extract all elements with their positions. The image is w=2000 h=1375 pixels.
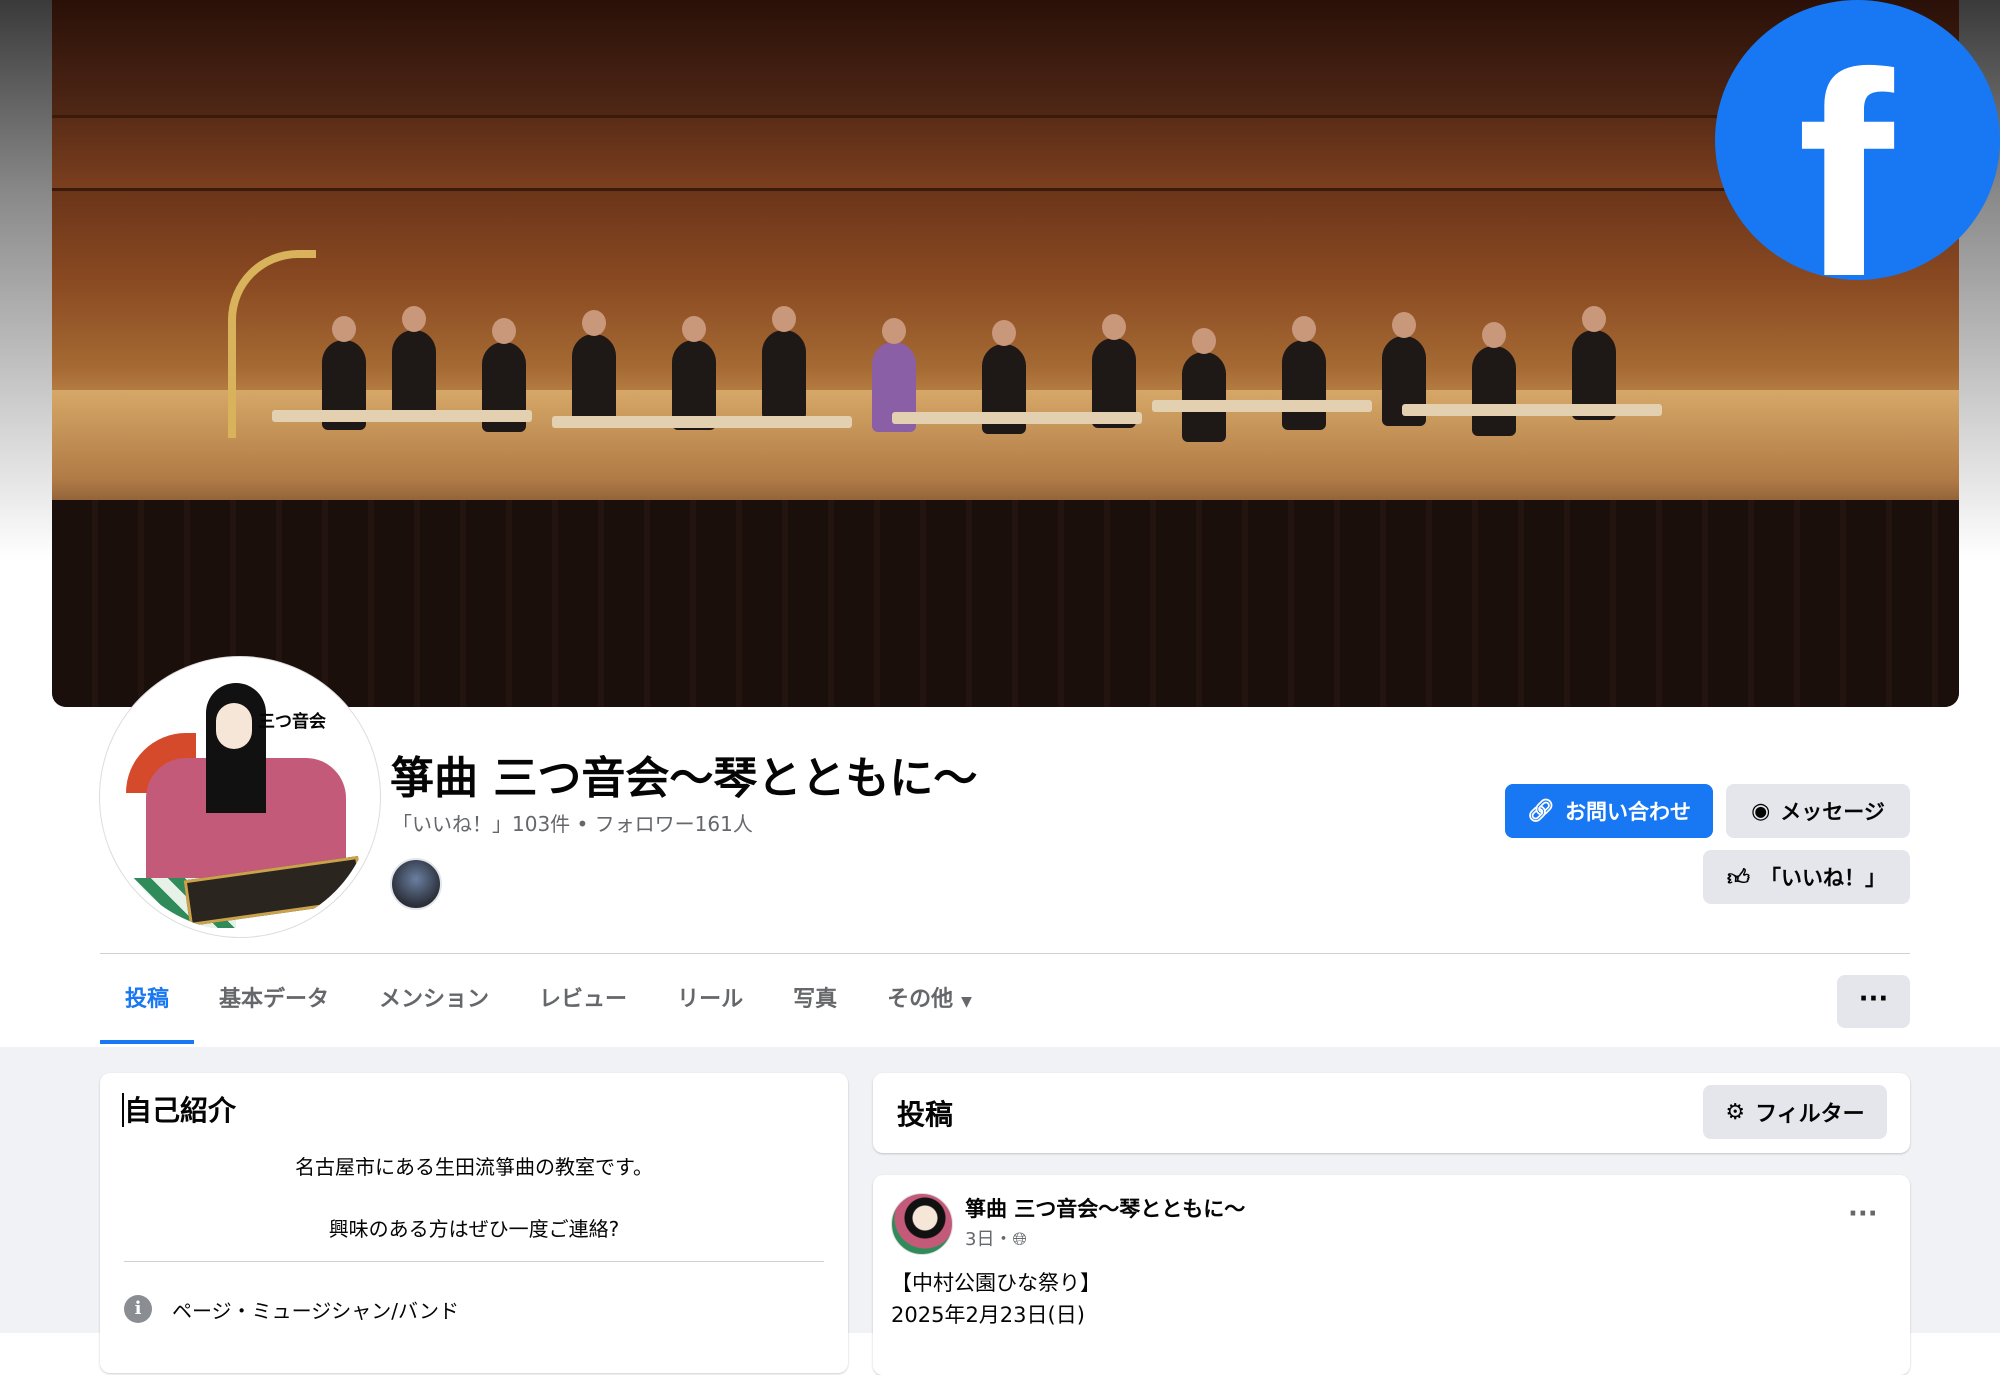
tab-label: 基本データ <box>219 987 330 1012</box>
tab-label: リール <box>677 987 744 1012</box>
tab-photos[interactable]: 写真 <box>768 962 862 1040</box>
page-title: 箏曲 三つ音会〜琴とともに〜 <box>390 753 978 804</box>
avatar-face <box>216 703 252 749</box>
cover-balcony <box>52 115 1959 191</box>
post-meta: 3日・🌐︎ <box>965 1225 1027 1251</box>
info-icon: i <box>124 1295 152 1323</box>
post-time[interactable]: 3日・ <box>965 1229 1012 1250</box>
filter-button[interactable]: ⚙︎ フィルター <box>1703 1085 1887 1139</box>
link-icon: 🔗︎ <box>1527 798 1555 824</box>
tab-reels[interactable]: リール <box>652 962 768 1040</box>
facebook-logo-letter: f <box>1797 13 1894 337</box>
cover-photo[interactable] <box>52 0 1959 707</box>
post-text-line: 【中村公園ひな祭り】 <box>891 1271 1101 1295</box>
page-tabs: 投稿 基本データ メンション レビュー リール 写真 その他 ▼ <box>100 962 997 1046</box>
cover-audience-seats <box>52 500 1959 707</box>
avatar-label: 三つ音会 <box>258 712 326 732</box>
filter-label: フィルター <box>1755 1102 1865 1127</box>
tab-posts[interactable]: 投稿 <box>100 962 195 1044</box>
post-options-button[interactable]: ··· <box>1848 1199 1878 1229</box>
globe-icon: 🌐︎ <box>1012 1229 1027 1250</box>
profile-avatar[interactable]: 三つ音会 <box>100 657 380 937</box>
post-card: 箏曲 三つ音会〜琴とともに〜 3日・🌐︎ ··· 【中村公園ひな祭り】 2025… <box>873 1175 1910 1375</box>
intro-description: 名古屋市にある生田流箏曲の教室です。 <box>295 1155 653 1179</box>
filter-icon: ⚙︎ <box>1725 1099 1746 1125</box>
like-label: 「いいね！」 <box>1760 866 1886 890</box>
intro-divider <box>124 1261 824 1262</box>
message-button[interactable]: ◉ メッセージ <box>1726 784 1910 838</box>
cover-performers <box>252 306 1662 470</box>
messenger-icon: ◉ <box>1751 798 1771 824</box>
message-label: メッセージ <box>1780 800 1885 824</box>
thumbs-up-icon: 👍︎ <box>1727 865 1750 891</box>
intro-card: 自己紹介 名古屋市にある生田流箏曲の教室です。 興味のある方はぜひ一度ご連絡? … <box>100 1073 848 1373</box>
more-options-button[interactable]: ··· <box>1837 975 1910 1028</box>
tab-label: メンション <box>379 987 490 1012</box>
more-dots-icon: ··· <box>1858 984 1889 1014</box>
posts-heading: 投稿 <box>897 1098 954 1131</box>
header-divider <box>100 953 1910 954</box>
tab-about[interactable]: 基本データ <box>194 962 354 1040</box>
tab-reviews[interactable]: レビュー <box>514 962 652 1040</box>
tab-label: 投稿 <box>125 987 170 1012</box>
post-text-line: 2025年2月23日(日) <box>891 1303 1085 1327</box>
page-category: ページ・ミュージシャン/バンド <box>172 1299 459 1323</box>
intro-heading: 自己紹介 <box>124 1094 237 1127</box>
contact-label: お問い合わせ <box>1564 800 1691 824</box>
caret-down-icon: ▼ <box>961 994 972 1010</box>
tab-label: その他 <box>887 987 954 1012</box>
intro-description-2: 興味のある方はぜひ一度ご連絡? <box>328 1217 620 1241</box>
tab-label: レビュー <box>539 987 628 1012</box>
tab-more[interactable]: その他 ▼ <box>862 962 997 1040</box>
tab-mentions[interactable]: メンション <box>354 962 514 1040</box>
page-stats[interactable]: 「いいね！」103件 • フォロワー161人 <box>392 808 753 837</box>
contact-button[interactable]: 🔗︎ お問い合わせ <box>1505 784 1713 838</box>
friend-avatar[interactable] <box>390 858 442 910</box>
facebook-logo-icon: f <box>1715 0 2000 320</box>
post-author[interactable]: 箏曲 三つ音会〜琴とともに〜 <box>965 1193 1245 1223</box>
posts-header-card: 投稿 ⚙︎ フィルター <box>873 1073 1910 1153</box>
tab-label: 写真 <box>793 987 838 1012</box>
post-author-avatar[interactable] <box>891 1193 953 1255</box>
like-button[interactable]: 👍︎ 「いいね！」 <box>1703 850 1910 904</box>
